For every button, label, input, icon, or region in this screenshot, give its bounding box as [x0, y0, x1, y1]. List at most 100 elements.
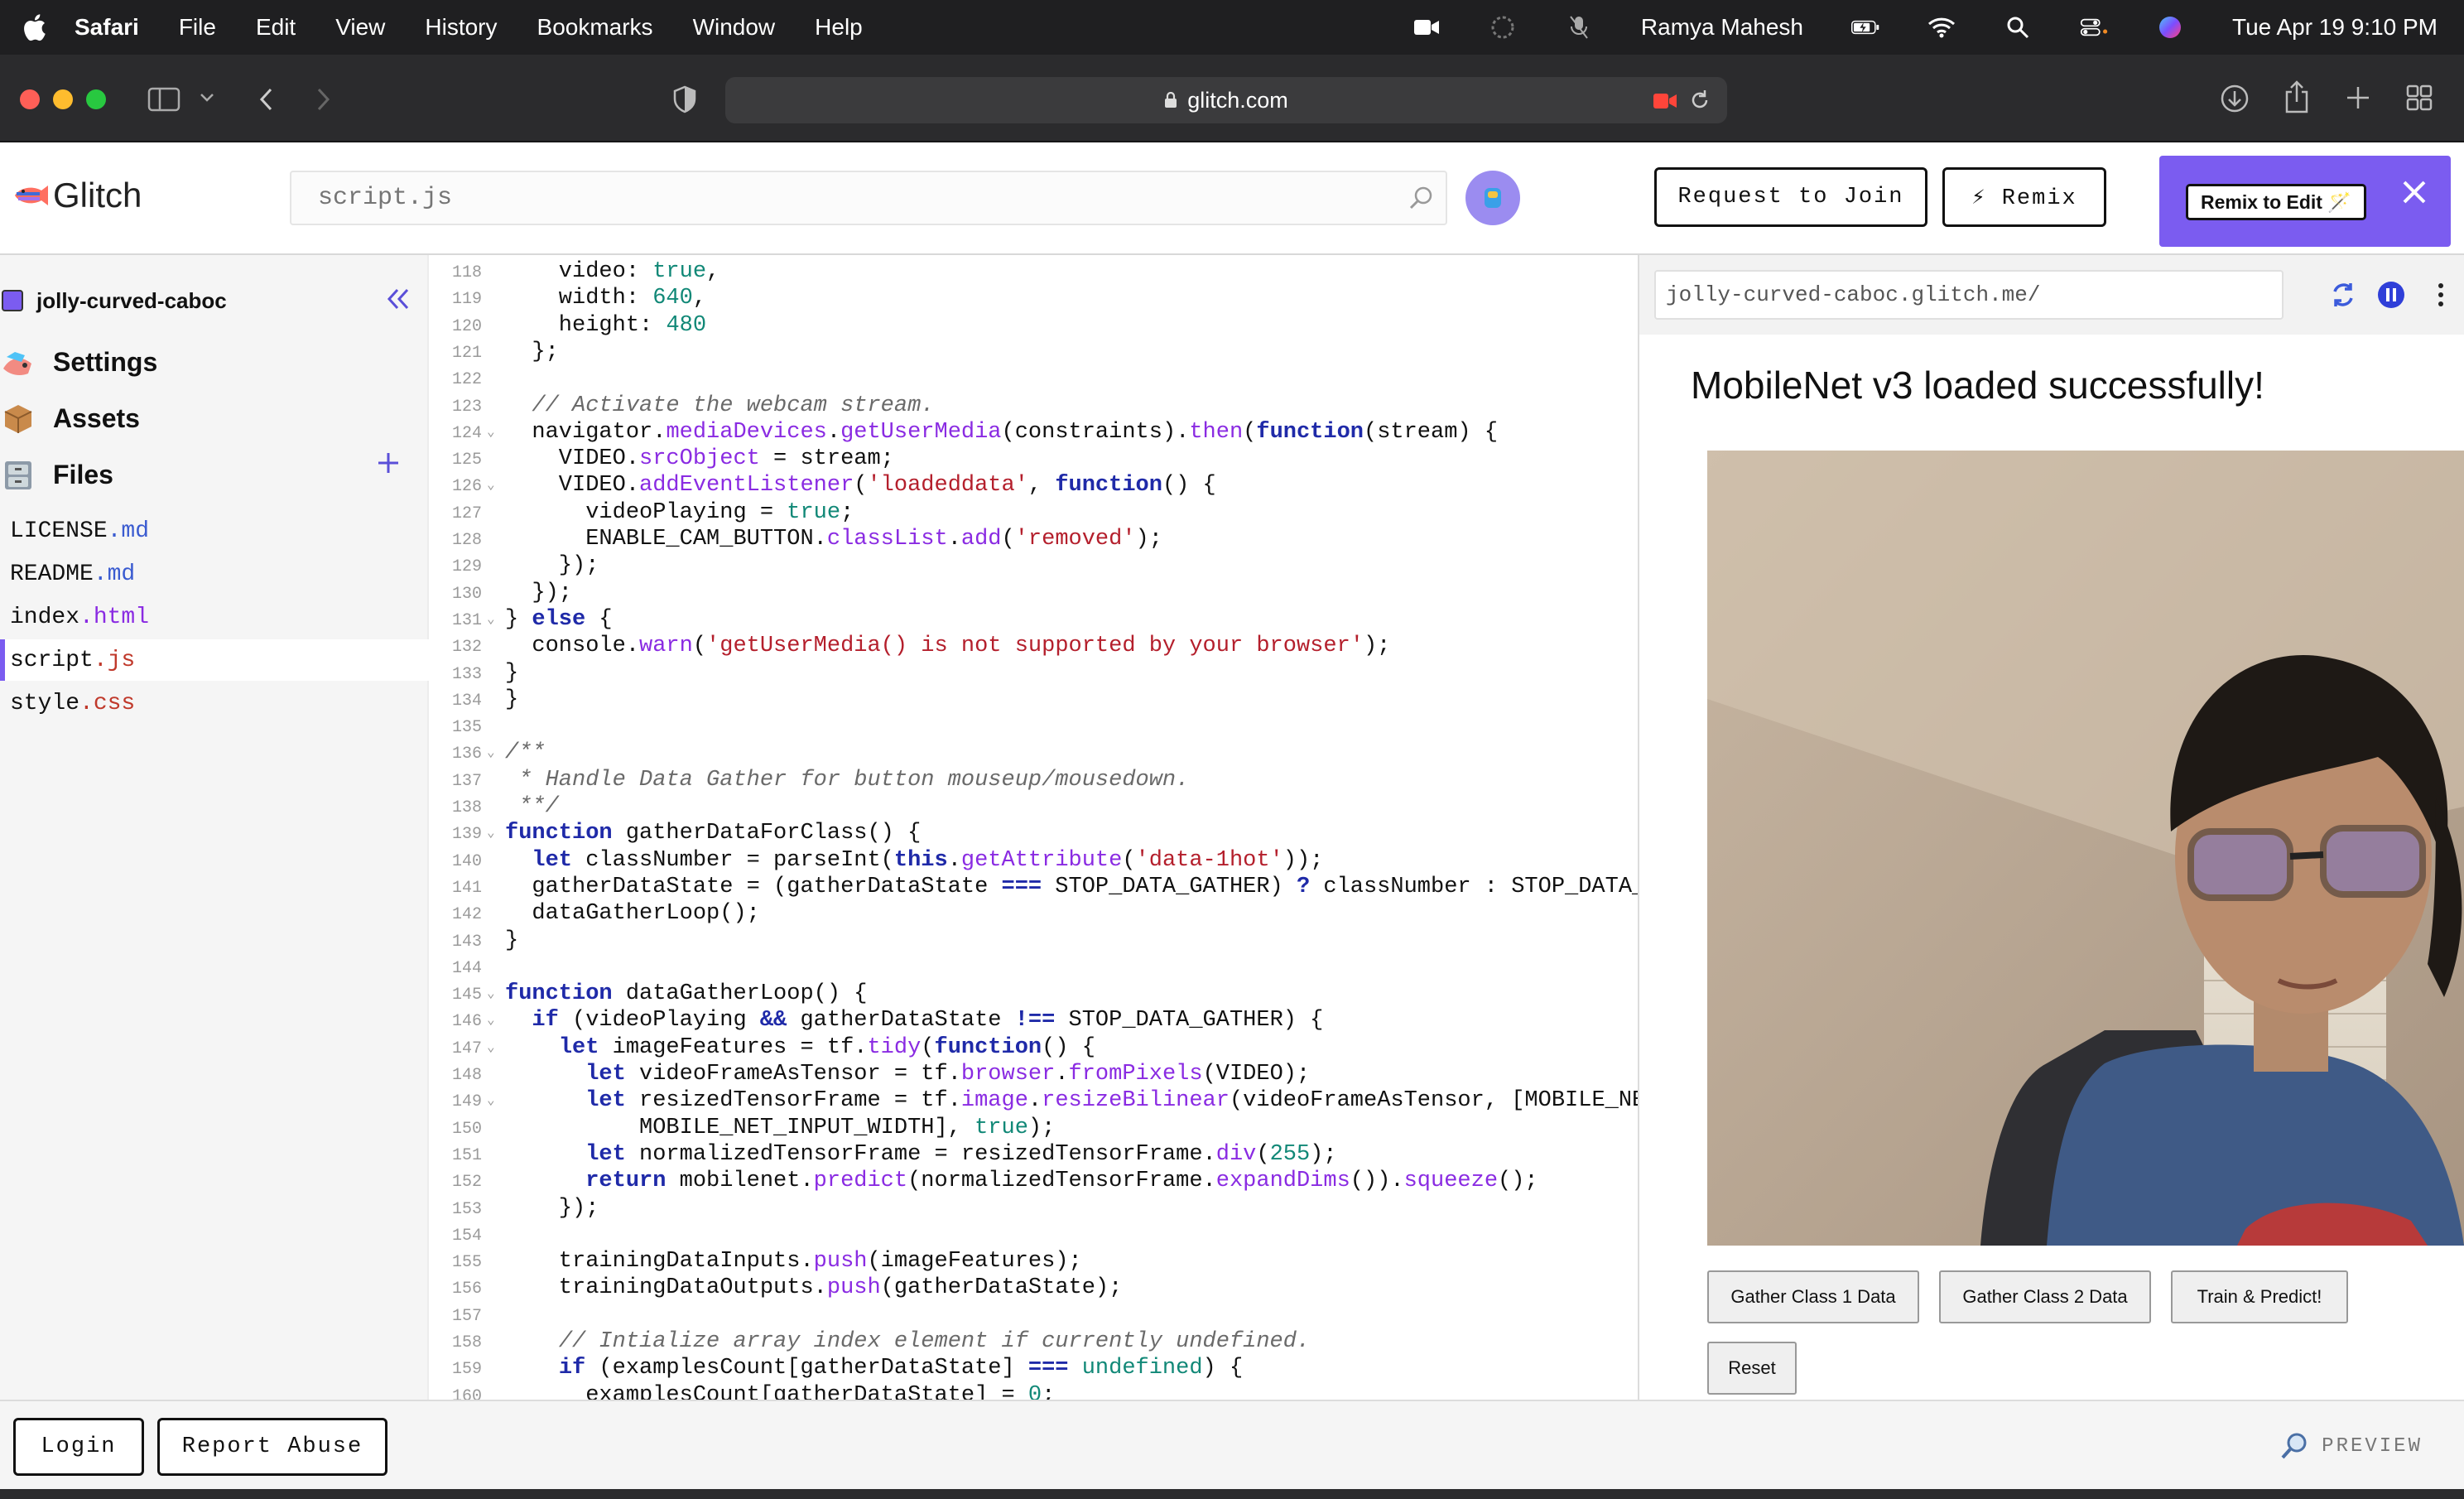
chevron-down-icon[interactable]: [199, 89, 215, 106]
menu-edit[interactable]: Edit: [256, 14, 296, 41]
menu-view[interactable]: View: [335, 14, 385, 41]
menu-file[interactable]: File: [179, 14, 216, 41]
fold-chevron-icon[interactable]: ⌄: [487, 472, 495, 499]
fold-chevron-icon[interactable]: ⌄: [487, 1034, 495, 1061]
battery-icon[interactable]: [1851, 15, 1879, 40]
share-icon[interactable]: [2282, 80, 2312, 114]
code-line[interactable]: 137 * Handle Data Gather for button mous…: [429, 767, 1638, 793]
code-line[interactable]: 134}: [429, 687, 1638, 713]
code-line[interactable]: 122: [429, 365, 1638, 392]
code-line[interactable]: 128 ENABLE_CAM_BUTTON.classList.add('rem…: [429, 526, 1638, 552]
more-options-icon[interactable]: [2426, 280, 2456, 310]
glitch-logo[interactable]: Glitch: [12, 176, 142, 215]
sidebar-item-assets[interactable]: Assets: [0, 394, 140, 442]
code-line[interactable]: 123 // Activate the webcam stream.: [429, 393, 1638, 419]
wifi-icon[interactable]: [1927, 15, 1956, 40]
address-bar[interactable]: glitch.com: [725, 77, 1727, 123]
fold-chevron-icon[interactable]: ⌄: [487, 981, 495, 1007]
apple-logo-icon[interactable]: [22, 13, 46, 41]
search-field[interactable]: [290, 171, 1447, 225]
add-file-plus-icon[interactable]: [376, 451, 401, 475]
pause-icon[interactable]: [2376, 280, 2406, 310]
code-line[interactable]: 132 console.warn('getUserMedia() is not …: [429, 633, 1638, 659]
remix-button[interactable]: ⚡ Remix: [1942, 167, 2106, 227]
search-input[interactable]: [318, 184, 1394, 212]
code-line[interactable]: 146 ⌄ if (videoPlaying && gatherDataState…: [429, 1007, 1638, 1034]
menu-history[interactable]: History: [425, 14, 497, 41]
code-line[interactable]: 136 ⌄ /**: [429, 740, 1638, 766]
tab-overview-icon[interactable]: [2404, 83, 2434, 113]
preview-url-field[interactable]: jolly-curved-caboc.glitch.me/: [1654, 270, 2284, 320]
code-line[interactable]: 152 return mobilenet.predict(normalizedT…: [429, 1168, 1638, 1194]
code-line[interactable]: 155 trainingDataInputs.push(imageFeature…: [429, 1248, 1638, 1275]
file-item-index-html[interactable]: index .html: [0, 596, 429, 638]
code-line[interactable]: 131 ⌄} else {: [429, 606, 1638, 633]
window-zoom-button[interactable]: [86, 89, 106, 109]
camera-in-use-icon[interactable]: [1653, 90, 1677, 116]
reload-icon[interactable]: [1689, 89, 1711, 118]
forward-arrow-icon[interactable]: [311, 84, 336, 114]
remix-to-edit-button[interactable]: Remix to Edit 🪄: [2186, 184, 2366, 220]
code-line[interactable]: 142 dataGatherLoop();: [429, 900, 1638, 927]
close-icon[interactable]: [2399, 177, 2429, 207]
code-line[interactable]: 133}: [429, 660, 1638, 687]
code-line[interactable]: 141 gatherDataState = (gatherDataState =…: [429, 874, 1638, 900]
downloads-icon[interactable]: [2219, 83, 2250, 114]
code-line[interactable]: 138 **/: [429, 793, 1638, 820]
project-name[interactable]: jolly-curved-caboc: [0, 280, 429, 321]
code-line[interactable]: 158 // Intialize array index element if …: [429, 1328, 1638, 1355]
code-line[interactable]: 157: [429, 1302, 1638, 1328]
code-line[interactable]: 149 ⌄ let resizedTensorFrame = tf.image.r…: [429, 1087, 1638, 1114]
file-item-script-js[interactable]: script .js: [0, 639, 429, 681]
code-line[interactable]: 156 trainingDataOutputs.push(gatherDataS…: [429, 1275, 1638, 1301]
file-item-readme[interactable]: README .md: [0, 553, 429, 595]
login-button[interactable]: Login: [13, 1418, 144, 1476]
microphone-muted-icon[interactable]: [1565, 15, 1593, 40]
code-line[interactable]: 139 ⌄ function gatherDataForClass() {: [429, 820, 1638, 846]
menu-help[interactable]: Help: [815, 14, 863, 41]
code-line[interactable]: 118 video: true,: [429, 258, 1638, 285]
code-line[interactable]: 127 videoPlaying = true;: [429, 499, 1638, 526]
user-name[interactable]: Ramya Mahesh: [1641, 14, 1803, 41]
fold-chevron-icon[interactable]: ⌄: [487, 1007, 495, 1034]
code-line[interactable]: 135: [429, 713, 1638, 740]
menu-window[interactable]: Window: [693, 14, 776, 41]
code-line[interactable]: 140 let classNumber = parseInt(this.getA…: [429, 847, 1638, 874]
focus-moon-icon[interactable]: [1489, 15, 1517, 40]
code-line[interactable]: 160 examplesCount[gatherDataState] = 0;: [429, 1382, 1638, 1400]
search-icon[interactable]: [1409, 186, 1434, 210]
code-line[interactable]: 119 width: 640,: [429, 285, 1638, 311]
code-line[interactable]: 150 MOBILE_NET_INPUT_WIDTH], true);: [429, 1115, 1638, 1141]
code-line[interactable]: 143}: [429, 928, 1638, 954]
code-line[interactable]: 126 ⌄ VIDEO.addEventListener('loadeddata'…: [429, 472, 1638, 499]
camera-status-icon[interactable]: [1412, 15, 1441, 40]
fold-chevron-icon[interactable]: ⌄: [487, 1087, 495, 1114]
menu-safari[interactable]: Safari: [75, 14, 139, 41]
code-line[interactable]: 124 ⌄ navigator.mediaDevices.getUserMedia…: [429, 419, 1638, 446]
gather-class-1-button[interactable]: Gather Class 1 Data: [1707, 1270, 1919, 1323]
control-center-icon[interactable]: [2080, 15, 2108, 40]
train-and-predict-button[interactable]: Train & Predict!: [2171, 1270, 2348, 1323]
privacy-shield-icon[interactable]: [671, 84, 699, 114]
reset-button[interactable]: Reset: [1707, 1342, 1797, 1395]
code-line[interactable]: 125 VIDEO.srcObject = stream;: [429, 446, 1638, 472]
sidebar-item-settings[interactable]: Settings: [0, 338, 157, 386]
code-editor[interactable]: 118 video: true, 119 width: 640, 120 heigh…: [429, 255, 1639, 1400]
new-tab-plus-icon[interactable]: [2343, 83, 2373, 113]
code-line[interactable]: 145 ⌄ function dataGatherLoop() {: [429, 981, 1638, 1007]
fold-chevron-icon[interactable]: ⌄: [487, 740, 495, 766]
code-line[interactable]: 151 let normalizedTensorFrame = resizedT…: [429, 1141, 1638, 1168]
sidebar-toggle-icon[interactable]: [147, 84, 180, 114]
file-item-style-css[interactable]: style .css: [0, 682, 429, 724]
code-line[interactable]: 154: [429, 1222, 1638, 1248]
code-line[interactable]: 147 ⌄ let imageFeatures = tf.tidy(functio…: [429, 1034, 1638, 1061]
window-minimize-button[interactable]: [53, 89, 73, 109]
menubar-clock[interactable]: Tue Apr 19 9:10 PM: [2232, 14, 2438, 41]
code-line[interactable]: 153 });: [429, 1195, 1638, 1222]
spotlight-search-icon[interactable]: [2004, 15, 2032, 40]
menu-bookmarks[interactable]: Bookmarks: [537, 14, 653, 41]
code-line[interactable]: 121 };: [429, 339, 1638, 365]
file-item-license[interactable]: LICENSE .md: [0, 510, 429, 552]
siri-icon[interactable]: [2156, 15, 2184, 40]
gather-class-2-button[interactable]: Gather Class 2 Data: [1939, 1270, 2151, 1323]
